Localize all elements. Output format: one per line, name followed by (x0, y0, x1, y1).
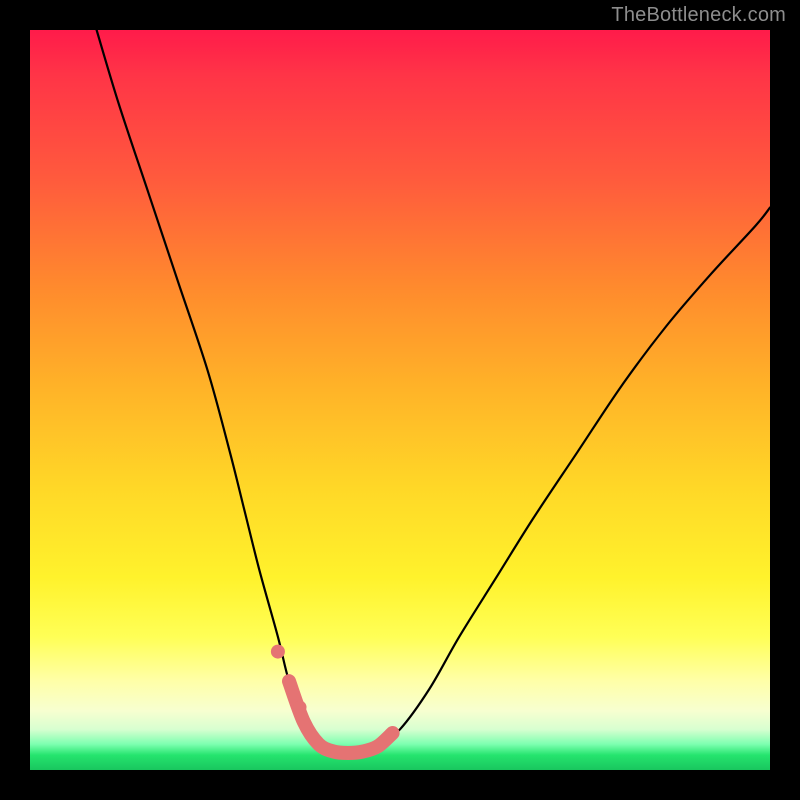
watermark-text: TheBottleneck.com (611, 4, 786, 27)
plot-area (30, 30, 770, 770)
bottom-highlight-line (289, 681, 393, 753)
highlight-dot (294, 701, 307, 714)
chart-svg (30, 30, 770, 770)
outer-frame: TheBottleneck.com (0, 0, 800, 800)
bottom-highlight-dots (271, 645, 307, 714)
bottleneck-curve (97, 30, 770, 753)
highlight-dot (271, 645, 285, 659)
highlight-dot (282, 675, 295, 688)
